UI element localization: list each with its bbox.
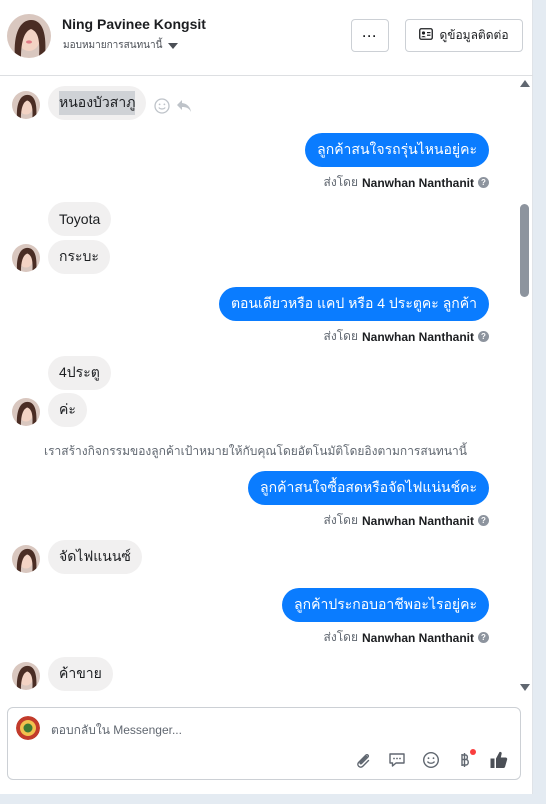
assign-label: มอบหมายการสนทนานี้ xyxy=(63,40,163,51)
outgoing-message[interactable]: ลูกค้าสนใจซื้อสดหรือจัดไฟแน่นช์คะ xyxy=(248,471,489,505)
incoming-message[interactable]: หนองบัวสาภู xyxy=(48,86,147,120)
scroll-up-arrow-icon[interactable] xyxy=(520,80,530,87)
agent-name: Nanwhan Nanthanit xyxy=(361,175,474,190)
sent-by-prefix: ส่งโดย xyxy=(323,175,358,189)
agent-name: Nanwhan Nanthanit xyxy=(361,329,474,344)
message-text: 4ประตู xyxy=(59,364,100,380)
contact-avatar[interactable] xyxy=(7,14,51,58)
composer-toolbar xyxy=(352,749,510,771)
incoming-message[interactable]: ค้าขาย xyxy=(48,657,113,691)
customer-avatar xyxy=(12,398,40,426)
incoming-message[interactable]: กระบะ xyxy=(48,240,110,274)
scrollbar-thumb[interactable] xyxy=(520,204,529,297)
sent-by-label: ส่งโดย Nanwhan Nanthanit ? xyxy=(324,173,489,192)
message-text: จัดไฟแนนซ์ xyxy=(59,548,131,564)
sent-by-label: ส่งโดย Nanwhan Nanthanit ? xyxy=(324,628,489,647)
saved-reply-icon[interactable] xyxy=(386,749,408,771)
conversation-header: Ning Pavinee Kongsit มอบหมายการสนทนานี้ … xyxy=(0,0,533,76)
message-text: ค่ะ xyxy=(59,401,76,417)
message-text: กระบะ xyxy=(59,248,99,264)
help-icon[interactable]: ? xyxy=(478,632,489,643)
view-contact-info-label: ดูข้อมูลติดต่อ xyxy=(439,28,509,42)
message-text: ลูกค้าประกอบอาชีพอะไรอยู่คะ xyxy=(294,596,477,612)
scroll-down-arrow-icon[interactable] xyxy=(520,684,530,691)
sent-by-prefix: ส่งโดย xyxy=(323,630,358,644)
customer-avatar xyxy=(12,545,40,573)
help-icon[interactable]: ? xyxy=(478,331,489,342)
message-text: ค้าขาย xyxy=(59,665,102,681)
reply-composer[interactable]: ตอบกลับใน Messenger... xyxy=(7,707,521,780)
contact-name: Ning Pavinee Kongsit xyxy=(62,16,206,32)
reply-input[interactable]: ตอบกลับใน Messenger... xyxy=(51,721,182,740)
agent-name: Nanwhan Nanthanit xyxy=(361,630,474,645)
contact-card-icon xyxy=(419,28,434,43)
message-text: หนองบัวสาภู xyxy=(59,91,136,115)
emoji-icon[interactable] xyxy=(420,749,442,771)
attach-icon[interactable] xyxy=(352,749,374,771)
more-icon: ··· xyxy=(362,28,378,43)
page-avatar xyxy=(16,716,40,740)
chevron-down-icon xyxy=(168,42,179,49)
message-text: ลูกค้าสนใจซื้อสดหรือจัดไฟแน่นช์คะ xyxy=(260,479,477,495)
sent-by-label: ส่งโดย Nanwhan Nanthanit ? xyxy=(324,327,489,346)
assign-conversation-dropdown[interactable]: มอบหมายการสนทนานี้ xyxy=(63,38,179,53)
notification-dot xyxy=(470,749,476,755)
baht-icon[interactable] xyxy=(454,749,476,771)
outgoing-message[interactable]: ตอนเดียวหรือ แคป หรือ 4 ประตูคะ ลูกค้า xyxy=(218,287,489,321)
help-icon[interactable]: ? xyxy=(478,515,489,526)
message-text: ลูกค้าสนใจรถรุ่นไหนอยู่คะ xyxy=(317,141,477,157)
outgoing-message[interactable]: ลูกค้าสนใจรถรุ่นไหนอยู่คะ xyxy=(305,133,489,167)
view-contact-info-button[interactable]: ดูข้อมูลติดต่อ xyxy=(405,19,523,52)
incoming-message[interactable]: 4ประตู xyxy=(48,356,111,390)
more-options-button[interactable]: ··· xyxy=(351,19,389,52)
conversation-panel: Ning Pavinee Kongsit มอบหมายการสนทนานี้ … xyxy=(0,0,533,794)
agent-name: Nanwhan Nanthanit xyxy=(361,513,474,528)
help-icon[interactable]: ? xyxy=(478,177,489,188)
sent-by-prefix: ส่งโดย xyxy=(323,329,358,343)
sent-by-label: ส่งโดย Nanwhan Nanthanit ? xyxy=(324,511,489,530)
customer-avatar xyxy=(12,244,40,272)
customer-avatar xyxy=(12,91,40,119)
incoming-message[interactable]: Toyota xyxy=(48,202,112,236)
system-note: เราสร้างกิจกรรมของลูกค้าเป้าหมายให้กับคุ… xyxy=(44,444,467,458)
message-actions xyxy=(154,98,192,119)
message-text: Toyota xyxy=(59,211,101,227)
smile-icon[interactable] xyxy=(154,98,170,119)
sent-by-prefix: ส่งโดย xyxy=(323,513,358,527)
customer-avatar xyxy=(12,662,40,690)
thumbs-up-icon[interactable] xyxy=(488,749,510,771)
outgoing-message[interactable]: ลูกค้าประกอบอาชีพอะไรอยู่คะ xyxy=(282,588,489,622)
incoming-message[interactable]: จัดไฟแนนซ์ xyxy=(48,540,142,574)
message-text: ตอนเดียวหรือ แคป หรือ 4 ประตูคะ ลูกค้า xyxy=(230,295,477,311)
incoming-message[interactable]: ค่ะ xyxy=(48,393,87,427)
reply-icon[interactable] xyxy=(176,99,192,118)
